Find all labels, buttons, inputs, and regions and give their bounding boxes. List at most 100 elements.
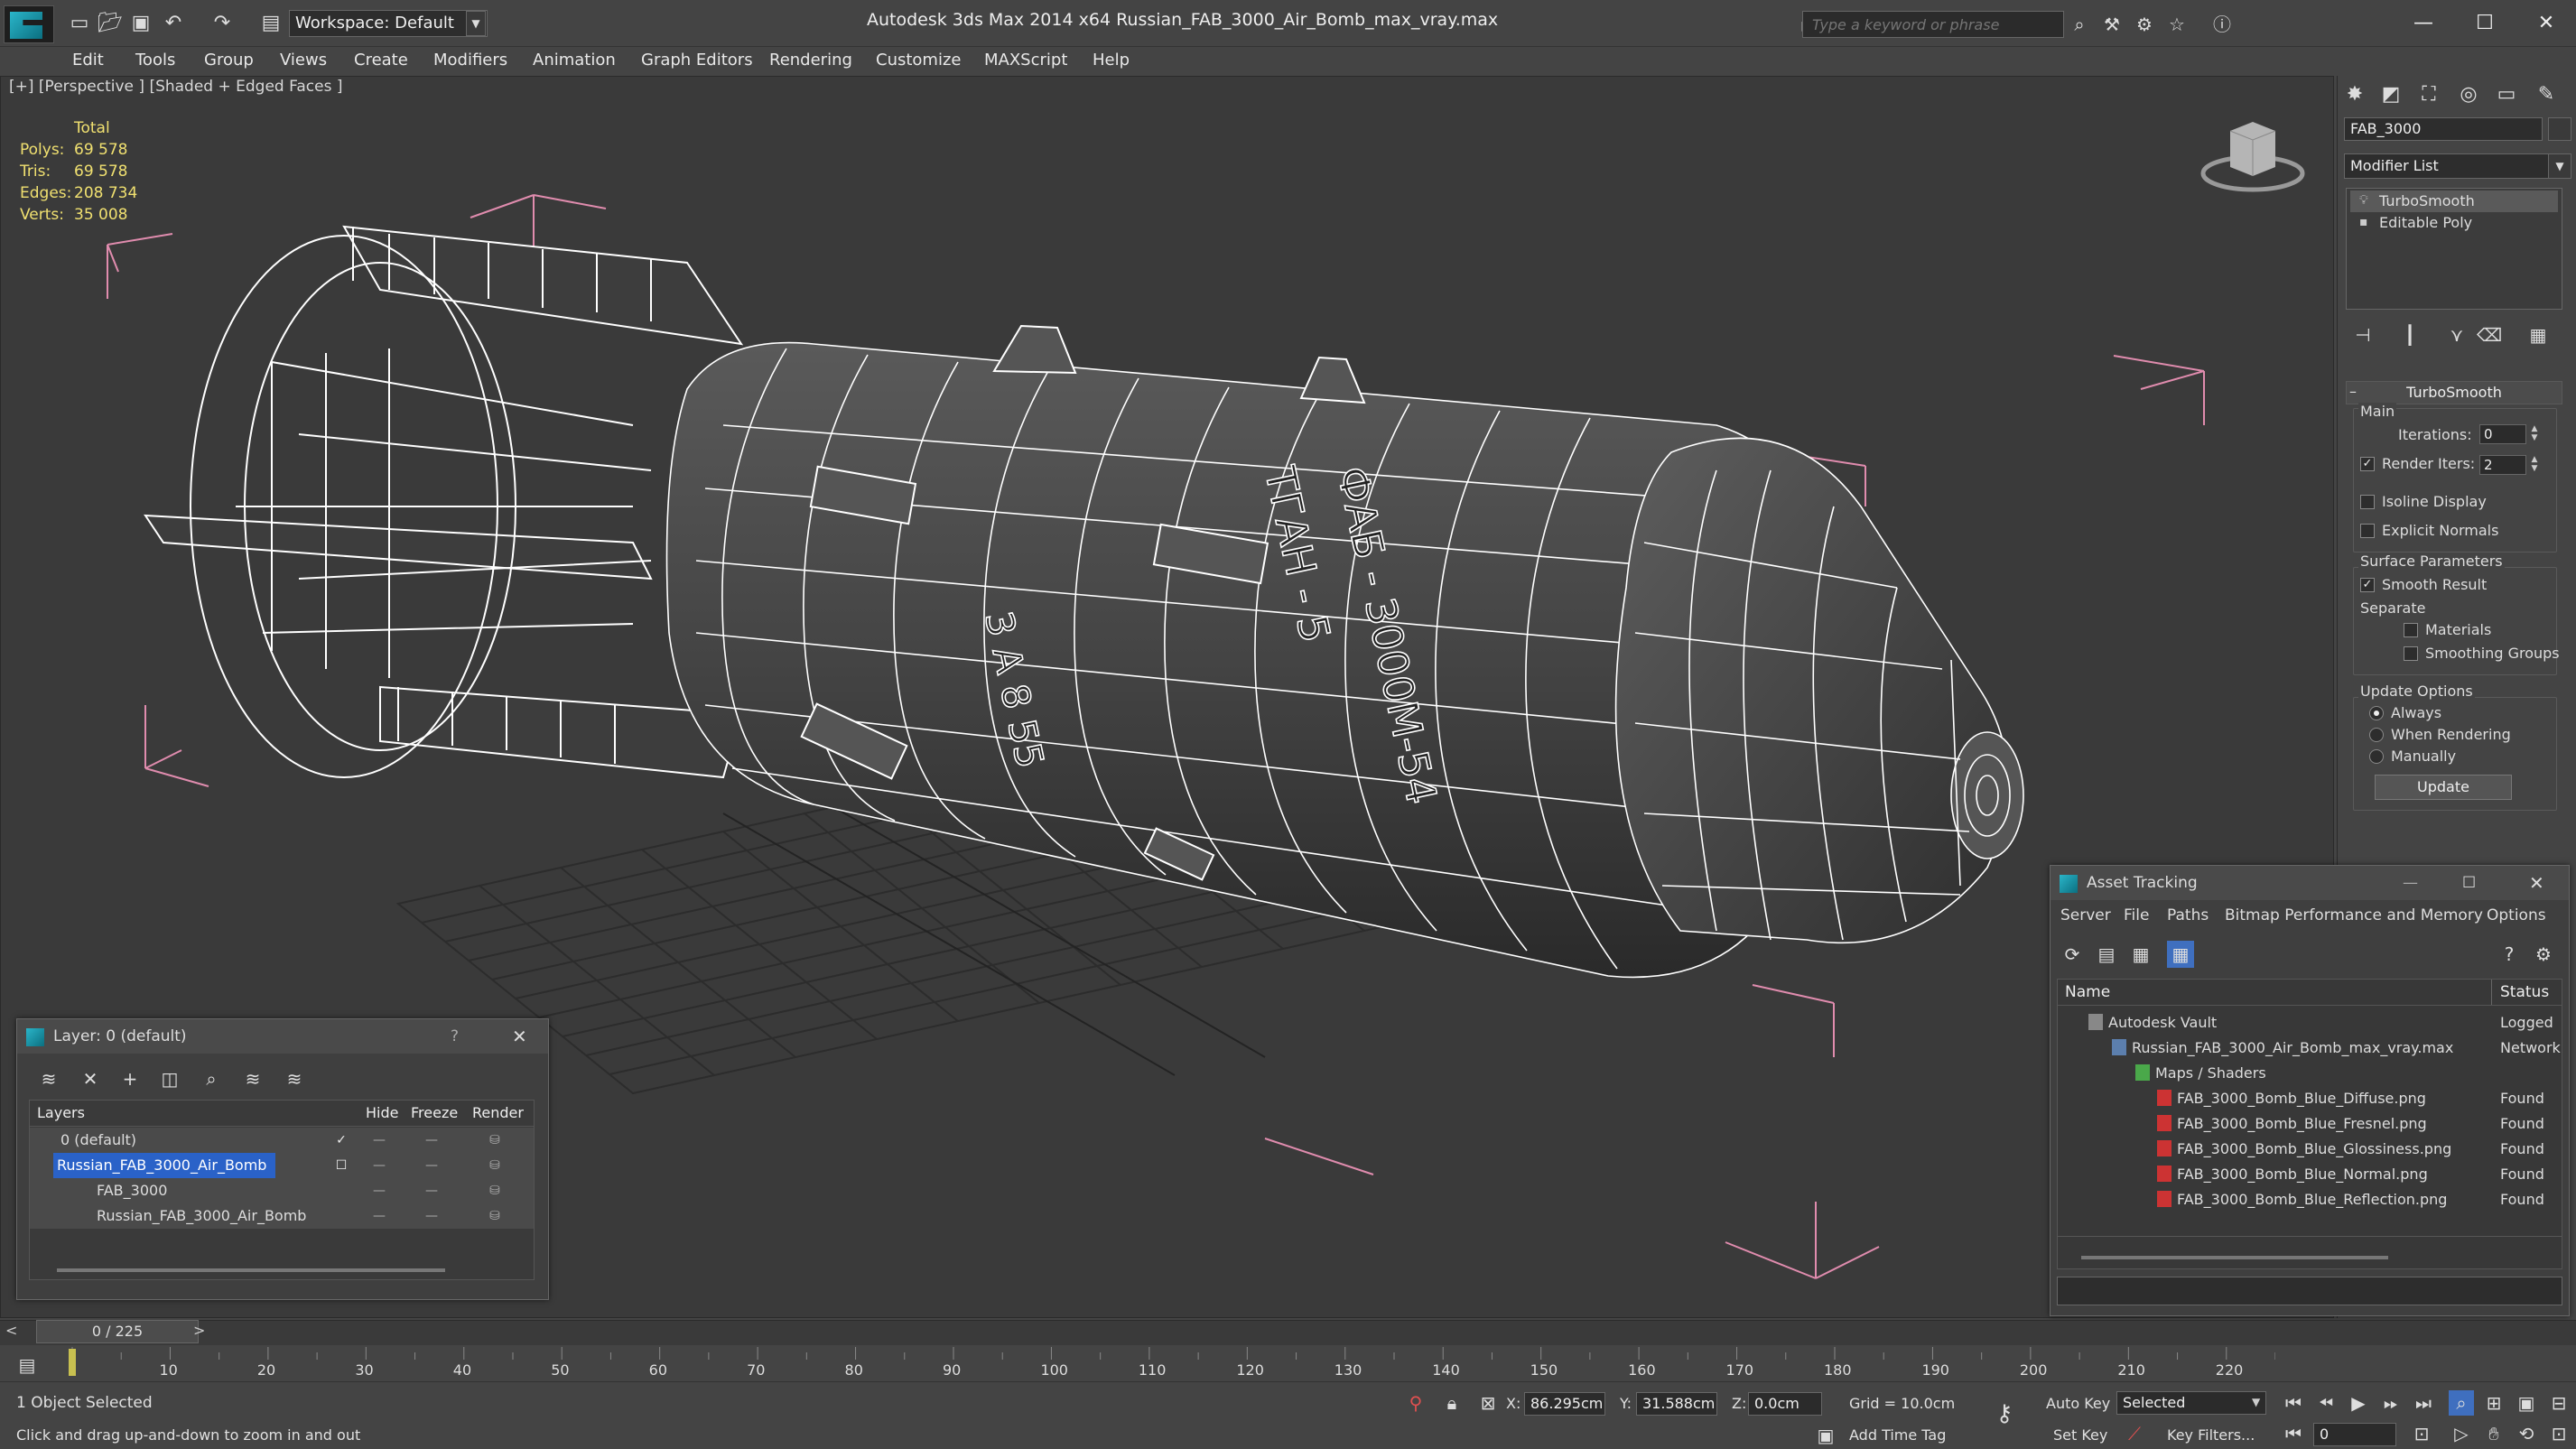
search-box[interactable]: [1802, 11, 2064, 38]
freeze-column-header[interactable]: Freeze: [411, 1101, 458, 1126]
iterations-spinner[interactable]: 0: [2479, 424, 2526, 444]
go-to-end-icon[interactable]: ⏭: [2411, 1390, 2436, 1416]
auto-key-button[interactable]: Auto Key: [2046, 1395, 2110, 1412]
layer-row-object-bomb[interactable]: Russian_FAB_3000_Air_Bomb — — ⛁: [30, 1203, 534, 1229]
menu-animation[interactable]: Animation: [533, 47, 616, 74]
layer-window-titlebar[interactable]: Layer: 0 (default) ? ✕: [17, 1019, 548, 1054]
asset-row-vault[interactable]: Autodesk Vault Logged: [2058, 1010, 2562, 1036]
motion-tab-icon[interactable]: ◎: [2450, 79, 2487, 110]
asset-name-column-header[interactable]: Name: [2065, 980, 2110, 1005]
asset-status-column-header[interactable]: Status: [2500, 980, 2549, 1005]
time-slider[interactable]: 0 / 225: [36, 1320, 199, 1343]
menu-graph-editors[interactable]: Graph Editors: [641, 47, 753, 74]
select-objects-in-layer-icon[interactable]: ◫: [155, 1065, 184, 1092]
asset-row-fresnel[interactable]: FAB_3000_Bomb_Blue_Fresnel.png Found: [2058, 1111, 2562, 1137]
render-column-header[interactable]: Render: [472, 1101, 524, 1126]
current-frame-field[interactable]: 0: [2313, 1423, 2396, 1446]
pan-view-icon[interactable]: ✋︎: [2481, 1421, 2506, 1446]
isolate-selection-icon[interactable]: ⚲: [1403, 1390, 1428, 1416]
play-icon[interactable]: ▶: [2346, 1390, 2371, 1416]
zoom-extents-icon[interactable]: ▣: [2514, 1390, 2539, 1416]
asset-row-normal[interactable]: FAB_3000_Bomb_Blue_Normal.png Found: [2058, 1162, 2562, 1187]
zoom-all-icon[interactable]: ⊞: [2481, 1390, 2506, 1416]
add-time-tag[interactable]: Add Time Tag: [1849, 1426, 1946, 1444]
menu-views[interactable]: Views: [280, 47, 327, 74]
show-end-result-icon[interactable]: ┃: [2396, 321, 2423, 348]
iterations-spinner-arrows-icon[interactable]: ▲ ▼: [2528, 424, 2541, 444]
layer-row-object-fab3000[interactable]: FAB_3000 — — ⛁: [30, 1178, 534, 1203]
asset-window-titlebar[interactable]: Asset Tracking — ☐ ✕: [2051, 866, 2569, 900]
asset-row-glossiness[interactable]: FAB_3000_Bomb_Blue_Glossiness.png Found: [2058, 1137, 2562, 1162]
turbosmooth-rollout-header[interactable]: TurboSmooth: [2346, 381, 2562, 404]
redo-icon[interactable]: ↷: [209, 11, 235, 36]
time-prev-arrow-icon[interactable]: <: [5, 1322, 17, 1339]
undo-icon[interactable]: ↶: [161, 11, 186, 36]
layers-column-header[interactable]: Layers: [37, 1101, 85, 1126]
asset-menu-paths[interactable]: Paths: [2167, 906, 2209, 924]
explicit-normals-checkbox[interactable]: [2360, 524, 2375, 538]
key-selection-arrow-icon[interactable]: ▼: [2252, 1396, 2260, 1408]
key-mode-toggle-icon[interactable]: ⏮: [2281, 1421, 2306, 1446]
asset-table-scrollbar[interactable]: [2081, 1256, 2388, 1259]
asset-menu-bitmap-performance[interactable]: Bitmap Performance and Memory: [2225, 906, 2483, 924]
hierarchy-tab-icon[interactable]: ⛶: [2411, 79, 2447, 110]
separate-materials-checkbox[interactable]: [2404, 623, 2418, 637]
stack-item-editable-poly[interactable]: ▪ Editable Poly: [2350, 212, 2558, 234]
favorites-star-icon[interactable]: ☆: [2165, 13, 2189, 36]
remove-modifier-icon[interactable]: ⌫: [2476, 321, 2503, 348]
set-key-mode-key-icon[interactable]: ⚷: [1992, 1401, 2017, 1426]
asset-window-minimize-icon[interactable]: —: [2403, 866, 2418, 900]
object-color-swatch[interactable]: [2548, 117, 2571, 141]
asset-row-maps-shaders[interactable]: Maps / Shaders: [2058, 1061, 2562, 1086]
workspace-dropdown[interactable]: Workspace: Default: [289, 10, 488, 37]
freeze-all-layers-icon[interactable]: ≋: [280, 1065, 309, 1092]
render-teapot-icon[interactable]: ⛁: [481, 1128, 508, 1153]
create-layer-icon[interactable]: ≋: [34, 1065, 63, 1092]
save-icon[interactable]: ▣: [128, 11, 153, 36]
asset-menu-server[interactable]: Server: [2060, 906, 2111, 924]
search-input[interactable]: [1803, 12, 2063, 37]
hide-toggle[interactable]: —: [366, 1203, 393, 1229]
z-coordinate-field[interactable]: 0.0cm: [1748, 1392, 1822, 1416]
asset-path-field[interactable]: [2057, 1277, 2562, 1305]
mini-curve-editor-icon[interactable]: ▤: [14, 1352, 40, 1378]
orbit-icon[interactable]: ⟲: [2514, 1421, 2539, 1446]
pin-stack-icon[interactable]: ⊣: [2349, 321, 2376, 348]
render-iters-checkbox[interactable]: ✓: [2360, 457, 2375, 471]
add-to-layer-icon[interactable]: +: [116, 1065, 144, 1092]
viewport-label[interactable]: [+] [Perspective ] [Shaded + Edged Faces…: [9, 78, 342, 96]
update-button[interactable]: Update: [2375, 775, 2512, 800]
modifier-list-arrow-icon[interactable]: ▼: [2548, 153, 2571, 179]
menu-modifiers[interactable]: Modifiers: [433, 47, 507, 74]
subscription-icon[interactable]: ⚒: [2100, 13, 2124, 36]
layer-window-close-icon[interactable]: ✕: [512, 1019, 527, 1054]
stack-item-turbosmooth[interactable]: 💡︎ TurboSmooth: [2350, 190, 2558, 212]
open-file-icon[interactable]: 📂︎: [98, 11, 123, 36]
time-configuration-icon[interactable]: ⊡: [2409, 1421, 2434, 1446]
update-when-rendering-radio[interactable]: [2369, 728, 2384, 742]
modifier-list-dropdown[interactable]: Modifier List: [2344, 153, 2564, 179]
set-keys-icon[interactable]: ⟋: [2122, 1421, 2147, 1446]
project-folder-icon[interactable]: ▤: [258, 11, 284, 36]
update-always-radio[interactable]: [2369, 706, 2384, 720]
hide-all-layers-icon[interactable]: ≋: [238, 1065, 267, 1092]
key-selection-dropdown[interactable]: Selected: [2116, 1391, 2266, 1415]
hide-toggle[interactable]: —: [366, 1178, 393, 1203]
freeze-toggle[interactable]: —: [418, 1128, 445, 1153]
layer-table-scrollbar[interactable]: [57, 1268, 445, 1272]
utilities-tab-icon[interactable]: ✎: [2528, 79, 2564, 110]
workspace-dropdown-arrow-icon[interactable]: ▼: [466, 11, 486, 36]
render-iters-spinner[interactable]: 2: [2479, 455, 2526, 475]
modify-tab-icon[interactable]: ◩: [2373, 79, 2409, 110]
separate-smoothing-groups-checkbox[interactable]: [2404, 646, 2418, 661]
x-coordinate-field[interactable]: 86.295cm: [1524, 1392, 1605, 1416]
configure-modifier-sets-icon[interactable]: ▦: [2525, 321, 2552, 348]
asset-row-max-file[interactable]: Russian_FAB_3000_Air_Bomb_max_vray.max N…: [2058, 1036, 2562, 1061]
y-coordinate-field[interactable]: 31.588cm: [1636, 1392, 1717, 1416]
asset-settings-icon[interactable]: ⚙: [2530, 941, 2557, 968]
isoline-display-checkbox[interactable]: [2360, 495, 2375, 509]
expand-plus-icon[interactable]: ▪: [2359, 216, 2370, 228]
delete-layer-icon[interactable]: ✕: [76, 1065, 105, 1092]
asset-window-close-icon[interactable]: ✕: [2529, 866, 2544, 900]
menu-help[interactable]: Help: [1093, 47, 1130, 74]
